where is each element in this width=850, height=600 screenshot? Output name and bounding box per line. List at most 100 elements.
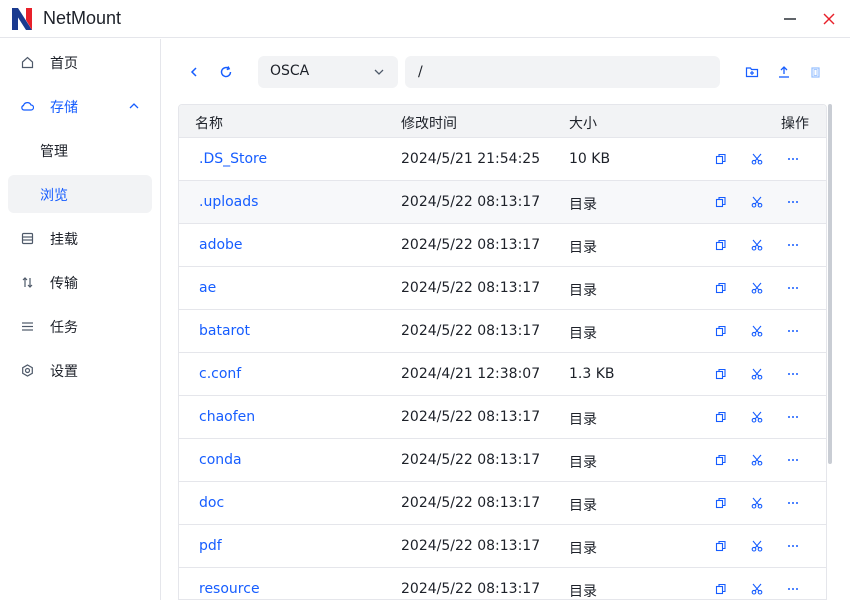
more-icon[interactable] — [786, 582, 800, 596]
cut-icon[interactable] — [750, 410, 764, 424]
file-modified-time: 2024/5/22 08:13:17 — [401, 237, 541, 253]
path-input[interactable] — [405, 56, 720, 88]
sidebar-item-label: 管理 — [40, 144, 68, 160]
more-icon[interactable] — [786, 453, 800, 467]
file-name[interactable]: c.conf — [199, 366, 241, 382]
file-size: 目录 — [569, 240, 597, 256]
header-size[interactable]: 大小 — [569, 113, 597, 133]
cut-icon[interactable] — [750, 453, 764, 467]
close-button[interactable] — [815, 6, 843, 32]
drive-select[interactable]: OSCA — [258, 56, 398, 88]
file-size: 目录 — [569, 498, 597, 514]
cut-icon[interactable] — [750, 238, 764, 252]
more-icon[interactable] — [786, 539, 800, 553]
refresh-button[interactable] — [214, 60, 238, 84]
more-icon[interactable] — [786, 195, 800, 209]
file-name[interactable]: resource — [199, 581, 260, 597]
sidebar-item-manage[interactable]: 管理 — [8, 131, 152, 169]
chevron-up-icon — [127, 99, 141, 113]
table-row[interactable]: pdf 2024/5/22 08:13:17 目录 — [179, 525, 826, 568]
file-name[interactable]: conda — [199, 452, 242, 468]
minimize-button[interactable] — [776, 6, 804, 32]
file-modified-time: 2024/5/22 08:13:17 — [401, 538, 541, 554]
back-button[interactable] — [182, 60, 206, 84]
header-name[interactable]: 名称 — [195, 113, 223, 133]
scrollbar[interactable] — [828, 104, 832, 464]
copy-icon[interactable] — [714, 324, 728, 338]
sidebar-item-browse[interactable]: 浏览 — [8, 175, 152, 213]
sidebar-item-settings[interactable]: 设置 — [8, 351, 152, 389]
file-name[interactable]: .uploads — [199, 194, 258, 210]
copy-icon[interactable] — [714, 238, 728, 252]
file-name[interactable]: ae — [199, 280, 216, 296]
table-row[interactable]: chaofen 2024/5/22 08:13:17 目录 — [179, 396, 826, 439]
file-size: 目录 — [569, 197, 597, 213]
file-name[interactable]: doc — [199, 495, 224, 511]
file-name[interactable]: chaofen — [199, 409, 255, 425]
header-time[interactable]: 修改时间 — [401, 113, 457, 133]
copy-icon[interactable] — [714, 410, 728, 424]
table-row[interactable]: conda 2024/5/22 08:13:17 目录 — [179, 439, 826, 482]
upload-icon — [779, 66, 789, 78]
table-row[interactable]: .DS_Store 2024/5/21 21:54:25 10 KB — [179, 138, 826, 181]
file-modified-time: 2024/5/22 08:13:17 — [401, 452, 541, 468]
transfer-icon — [20, 275, 34, 289]
new-folder-button[interactable] — [740, 60, 764, 84]
file-table: 名称 修改时间 大小 操作 .DS_Store 2024/5/21 21:54:2… — [178, 104, 827, 600]
refresh-icon — [220, 66, 232, 78]
copy-icon[interactable] — [714, 152, 728, 166]
more-icon[interactable] — [786, 410, 800, 424]
cloud-icon — [20, 99, 34, 113]
gear-icon — [20, 363, 34, 377]
more-icon[interactable] — [786, 324, 800, 338]
sidebar-item-transfer[interactable]: 传输 — [8, 263, 152, 301]
copy-icon[interactable] — [714, 496, 728, 510]
table-row[interactable]: batarot 2024/5/22 08:13:17 目录 — [179, 310, 826, 353]
copy-icon[interactable] — [714, 539, 728, 553]
more-icon[interactable] — [786, 152, 800, 166]
close-icon — [823, 13, 835, 25]
more-icon[interactable] — [786, 281, 800, 295]
sidebar-item-label: 挂载 — [50, 232, 78, 248]
sidebar-item-label: 任务 — [50, 320, 78, 336]
cut-icon[interactable] — [750, 582, 764, 596]
cut-icon[interactable] — [750, 539, 764, 553]
more-icon[interactable] — [786, 238, 800, 252]
file-modified-time: 2024/4/21 12:38:07 — [401, 366, 541, 382]
table-row[interactable]: .uploads 2024/5/22 08:13:17 目录 — [179, 181, 826, 224]
cut-icon[interactable] — [750, 152, 764, 166]
sidebar-item-storage[interactable]: 存储 — [8, 87, 152, 125]
more-icon[interactable] — [786, 367, 800, 381]
table-row[interactable]: doc 2024/5/22 08:13:17 目录 — [179, 482, 826, 525]
file-name[interactable]: .DS_Store — [199, 151, 267, 167]
copy-icon[interactable] — [714, 195, 728, 209]
copy-icon[interactable] — [714, 367, 728, 381]
file-name[interactable]: batarot — [199, 323, 250, 339]
file-name[interactable]: adobe — [199, 237, 243, 253]
file-modified-time: 2024/5/22 08:13:17 — [401, 280, 541, 296]
sidebar-item-label: 首页 — [50, 56, 78, 72]
sidebar-item-tasks[interactable]: 任务 — [8, 307, 152, 345]
cut-icon[interactable] — [750, 281, 764, 295]
table-row[interactable]: c.conf 2024/4/21 12:38:07 1.3 KB — [179, 353, 826, 396]
table-row[interactable]: ae 2024/5/22 08:13:17 目录 — [179, 267, 826, 310]
cut-icon[interactable] — [750, 367, 764, 381]
copy-icon[interactable] — [714, 582, 728, 596]
upload-button[interactable] — [772, 60, 796, 84]
table-row[interactable]: resource 2024/5/22 08:13:17 目录 — [179, 568, 826, 599]
sidebar-item-label: 存储 — [50, 100, 78, 116]
paste-button[interactable] — [803, 60, 827, 84]
copy-icon[interactable] — [714, 453, 728, 467]
cut-icon[interactable] — [750, 195, 764, 209]
sidebar-item-home[interactable]: 首页 — [8, 43, 152, 81]
sidebar-item-label: 设置 — [50, 364, 78, 380]
sidebar-item-mount[interactable]: 挂载 — [8, 219, 152, 257]
minimize-icon — [784, 18, 796, 20]
file-name[interactable]: pdf — [199, 538, 222, 554]
chevron-down-icon — [372, 65, 386, 79]
more-icon[interactable] — [786, 496, 800, 510]
table-row[interactable]: adobe 2024/5/22 08:13:17 目录 — [179, 224, 826, 267]
cut-icon[interactable] — [750, 496, 764, 510]
copy-icon[interactable] — [714, 281, 728, 295]
cut-icon[interactable] — [750, 324, 764, 338]
